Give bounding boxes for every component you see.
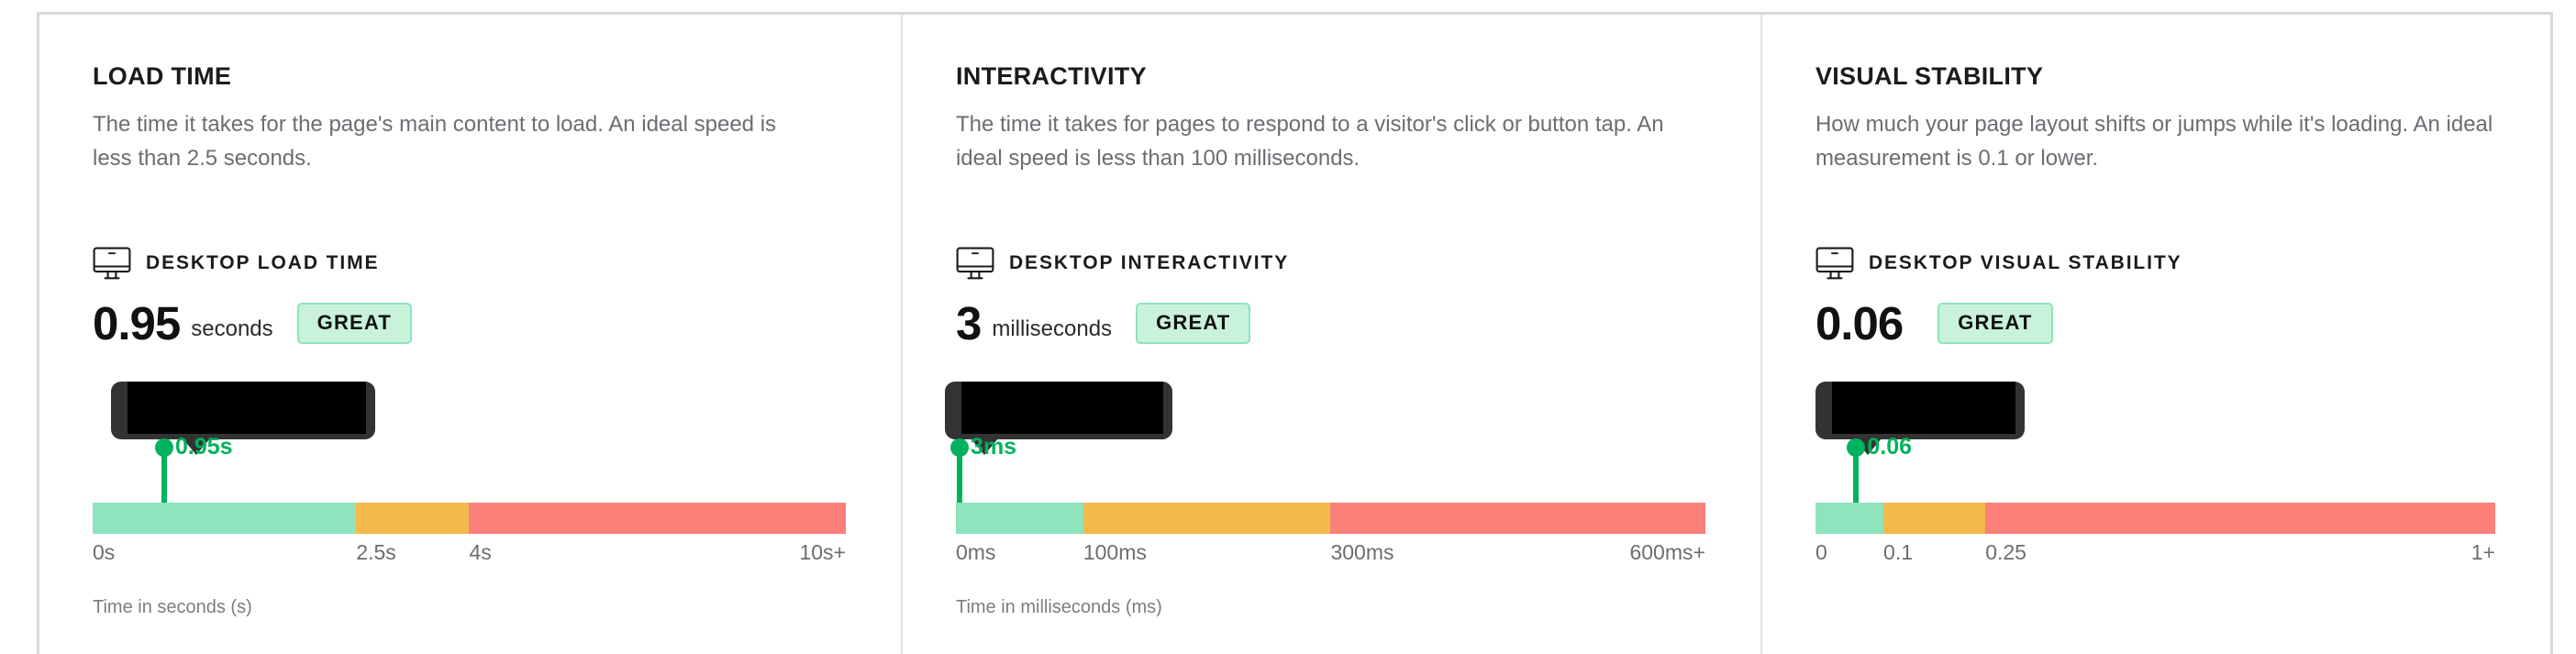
gauge-segment-poor [469,503,846,534]
gauge-tick: 0 [1815,540,1827,564]
gauge-segment-good [93,503,357,534]
metric-tooltip [111,382,375,455]
page-title: INTERACTIVITY [955,62,1147,90]
gauge-tick: 0s [93,540,116,564]
gauge-tick: 1+ [2471,540,2495,564]
metric-unit: milliseconds [992,316,1113,341]
gauge-bar [1815,503,2495,534]
axis-note: Time in seconds (s) [93,597,252,617]
device-metric-label: DESKTOP LOAD TIME [146,252,380,273]
page-title: LOAD TIME [93,62,232,90]
interactivity-gauge: 3ms 0ms 100ms 300ms 600ms+ [944,382,1705,573]
metric-column-visual-stability: VISUAL STABILITY How much your page layo… [1760,15,2550,654]
metric-value-row: 0.95 seconds GREAT [93,300,846,347]
gauge-ticks: 0s 2.5s 4s 10s+ [93,540,846,573]
core-web-vitals-panel: LOAD TIME The time it takes for the page… [37,12,2553,654]
gauge-segment-poor [1330,503,1705,534]
gauge-bar [93,503,846,534]
metric-tooltip [944,382,1172,455]
device-metric-header: DESKTOP LOAD TIME [93,247,846,280]
gauge-segment-needs-improvement [1883,503,1986,534]
metrics-columns: LOAD TIME The time it takes for the page… [39,15,2550,654]
metric-column-interactivity: INTERACTIVITY The time it takes for page… [900,15,1760,654]
desktop-monitor-icon [93,247,131,280]
gauge-tick: 0.25 [1985,540,2026,564]
gauge-ticks: 0ms 100ms 300ms 600ms+ [956,540,1705,573]
gauge-segment-poor [1985,503,2495,534]
desktop-monitor-icon [956,247,994,280]
tooltip-redacted-content [128,382,366,434]
gauge-segment-needs-improvement [1083,503,1331,534]
visual-stability-gauge: 0.06 0 0.1 0.25 1+ [1815,382,2495,573]
gauge-segment-good [1815,503,1884,534]
marker-label: 3ms [971,434,1017,460]
marker-label: 0.95s [174,434,233,460]
gauge-tick: 300ms [1330,540,1394,564]
gauge-marker-area: 0.06 [1815,382,2495,503]
tooltip-redacted-content [960,382,1163,434]
metric-column-load-time: LOAD TIME The time it takes for the page… [39,15,901,654]
marker-dot-icon [950,438,970,457]
metric-unit: seconds [191,316,273,341]
metric-tooltip [1815,382,2025,455]
status-badge: GREAT [1136,303,1251,344]
desktop-monitor-icon [1815,247,1854,280]
metric-value: 0.95 [93,297,181,349]
metric-description: How much your page layout shifts or jump… [1815,112,2493,171]
device-metric-header: DESKTOP INTERACTIVITY [956,247,1705,280]
gauge-tick: 0.1 [1883,540,1914,564]
status-badge: GREAT [296,303,413,344]
metric-value: 0.06 [1815,297,1904,349]
metric-description: The time it takes for pages to respond t… [955,112,1664,171]
gauge-bar [955,503,1705,534]
gauge-tick: 10s+ [799,540,846,564]
marker-label: 0.06 [1867,434,1913,460]
metric-description: The time it takes for the page's main co… [93,112,777,171]
metric-value-row: 3 milliseconds GREAT [956,300,1705,347]
gauge-segment-good [955,503,1083,534]
gauge-segment-needs-improvement [356,503,470,534]
gauge-tick: 600ms+ [1629,540,1705,564]
metric-value: 3 [955,297,982,349]
marker-dot-icon [154,438,173,457]
page-title: VISUAL STABILITY [1815,62,2044,90]
gauge-marker-area: 0.95s [93,382,846,503]
status-badge: GREAT [1938,303,2053,344]
device-metric-label: DESKTOP INTERACTIVITY [1008,252,1290,273]
device-metric-label: DESKTOP VISUAL STABILITY [1868,252,2182,273]
gauge-ticks: 0 0.1 0.25 1+ [1815,540,2495,573]
tooltip-redacted-content [1831,382,2015,434]
gauge-tick: 0ms [955,540,996,564]
gauge-tick: 100ms [1083,540,1147,564]
load-time-gauge: 0.95s 0s 2.5s 4s 10s+ [93,382,846,573]
gauge-tick: 2.5s [356,540,396,564]
device-metric-header: DESKTOP VISUAL STABILITY [1815,247,2495,280]
metric-value-row: 0.06 GREAT [1815,300,2495,347]
gauge-marker-area: 3ms [944,382,1705,503]
gauge-tick: 4s [469,540,492,564]
axis-note: Time in milliseconds (ms) [955,597,1162,617]
